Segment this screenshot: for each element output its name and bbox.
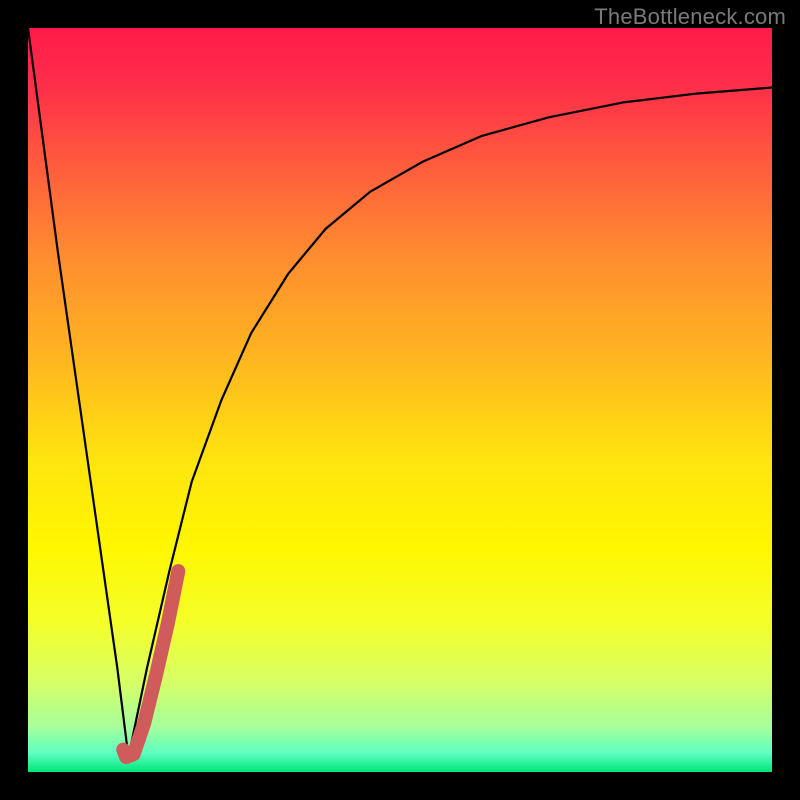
series-bottleneck-right	[128, 88, 772, 758]
watermark-text: TheBottleneck.com	[594, 4, 786, 30]
chart-frame: TheBottleneck.com	[0, 0, 800, 800]
series-highlight-marker	[123, 571, 178, 757]
series-bottleneck-left	[28, 28, 128, 757]
curves-layer	[28, 28, 772, 772]
plot-area	[28, 28, 772, 772]
